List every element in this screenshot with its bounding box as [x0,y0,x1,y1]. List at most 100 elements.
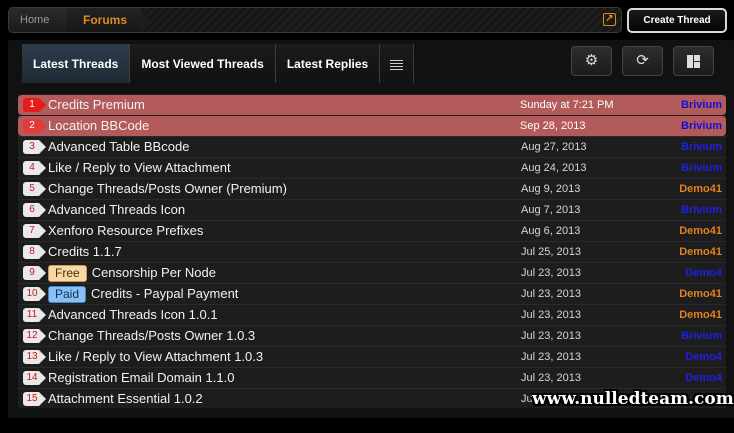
rank-badge: 5 [23,182,46,196]
thread-author-link[interactable]: Demo41 [679,242,722,263]
thread-title-wrap: Attachment Essential 1.0.2 [48,389,203,409]
thread-row[interactable]: 6 Advanced Threads Icon Aug 7, 2013 Brivium [18,199,726,220]
create-thread-button[interactable]: Create Thread [627,8,727,33]
tab-bar: Latest Threads Most Viewed Threads Lates… [22,44,415,83]
thread-row[interactable]: 7 Xenforo Resource Prefixes Aug 6, 2013 Dem… [18,220,726,241]
thread-date: Aug 27, 2013 [521,141,587,153]
thread-date: Aug 6, 2013 [521,225,581,237]
tab-latest-replies[interactable]: Latest Replies [275,44,381,83]
rank-badge: 13 [23,350,46,364]
thread-row[interactable]: 11 Advanced Threads Icon 1.0.1 Jul 23, 201… [18,304,726,325]
thread-title-wrap: Advanced Threads Icon [48,200,185,220]
thread-prefix[interactable]: Free [48,265,87,282]
thread-row[interactable]: 9 Free Censorship Per Node Jul 23, 2013 Demo… [18,262,726,283]
thread-title-link[interactable]: Like / Reply to View Attachment [48,160,231,175]
thread-title-link[interactable]: Advanced Threads Icon [48,202,185,217]
layout-button[interactable] [673,46,714,76]
watermark: www.nulledteam.com [532,389,734,409]
thread-author-link[interactable]: Brivium [681,95,722,116]
thread-date: Jul 23, 2013 [521,330,581,342]
thread-prefix[interactable]: Paid [48,286,87,303]
rank-badge: 14 [23,371,46,385]
tab-most-viewed-threads[interactable]: Most Viewed Threads [130,44,276,83]
thread-list: 1 Credits Premium Sunday at 7:21 PM Brivium… [18,94,726,408]
thread-author-link[interactable]: Brivium [681,116,722,137]
rank-badge: 1 [23,98,46,112]
thread-title-wrap: Registration Email Domain 1.1.0 [48,368,234,388]
thread-date: Jul 23, 2013 [521,351,581,363]
thread-title-link[interactable]: Registration Email Domain 1.1.0 [48,370,234,385]
thread-author-link[interactable]: Demo41 [679,179,722,200]
thread-date: Jul 23, 2013 [521,309,581,321]
thread-title-wrap: Change Threads/Posts Owner (Premium) [48,179,287,199]
thread-title-link[interactable]: Attachment Essential 1.0.2 [48,391,203,406]
thread-author-link[interactable]: Demo4 [685,263,722,284]
thread-author-link[interactable]: Demo4 [685,347,722,368]
thread-title-link[interactable]: Xenforo Resource Prefixes [48,223,203,238]
external-link-icon[interactable]: ↗ [603,13,616,26]
thread-row[interactable]: 14 Registration Email Domain 1.1.0 Jul 23,… [18,367,726,388]
thread-title-link[interactable]: Credits Premium [48,97,145,112]
thread-date: Ju [521,393,533,405]
rank-badge: 6 [23,203,46,217]
rank-badge: 15 [23,392,46,406]
thread-title-link[interactable]: Advanced Threads Icon 1.0.1 [48,307,218,322]
thread-row[interactable]: 3 Advanced Table BBcode Aug 27, 2013 Briviu… [18,136,726,157]
breadcrumb-home[interactable]: Home [9,8,75,32]
thread-title-link[interactable]: Location BBCode [48,118,149,133]
refresh-button[interactable]: ⟳ [622,46,663,76]
thread-date: Aug 9, 2013 [521,183,581,195]
thread-title-link[interactable]: Advanced Table BBcode [48,139,189,154]
rank-badge: 9 [23,266,46,280]
thread-row[interactable]: 8 Credits 1.1.7 Jul 25, 2013 Demo41 [18,241,726,262]
thread-author-link[interactable]: Brivium [681,326,722,347]
thread-title-link[interactable]: Like / Reply to View Attachment 1.0.3 [48,349,263,364]
tab-latest-threads[interactable]: Latest Threads [22,44,131,83]
thread-title-wrap: Advanced Threads Icon 1.0.1 [48,305,218,325]
thread-author-link[interactable]: Brivium [681,137,722,158]
thread-title-wrap: Credits Premium [48,95,145,115]
thread-author-link[interactable]: Demo41 [679,221,722,242]
thread-row[interactable]: 2 Location BBCode Sep 28, 2013 Brivium [18,115,726,136]
settings-button[interactable]: ⚙ [571,46,612,76]
thread-date: Sep 28, 2013 [520,120,586,132]
thread-title-link[interactable]: Change Threads/Posts Owner (Premium) [48,181,287,196]
thread-title-link[interactable]: Censorship Per Node [92,265,216,280]
breadcrumb-forums[interactable]: Forums [67,8,149,32]
thread-date: Aug 7, 2013 [521,204,581,216]
breadcrumb: Home Forums ↗ [8,7,622,33]
thread-title-wrap: Location BBCode [48,116,149,136]
thread-title-link[interactable]: Credits - Paypal Payment [91,286,238,301]
refresh-icon: ⟳ [636,52,649,69]
thread-date: Sunday at 7:21 PM [520,99,614,111]
thread-date: Jul 23, 2013 [521,267,581,279]
thread-title-wrap: Advanced Table BBcode [48,137,189,157]
rank-badge: 12 [23,329,46,343]
thread-row[interactable]: 10 Paid Credits - Paypal Payment Jul 23, 20… [18,283,726,304]
thread-author-link[interactable]: Brivium [681,158,722,179]
thread-title-link[interactable]: Credits 1.1.7 [48,244,122,259]
thread-title-link[interactable]: Change Threads/Posts Owner 1.0.3 [48,328,255,343]
thread-title-wrap: Free Censorship Per Node [48,263,216,283]
thread-row[interactable]: 12 Change Threads/Posts Owner 1.0.3 Jul 23… [18,325,726,346]
thread-row[interactable]: 13 Like / Reply to View Attachment 1.0.3 J… [18,346,726,367]
thread-title-wrap: Like / Reply to View Attachment [48,158,231,178]
thread-author-link[interactable]: Brivium [681,200,722,221]
rank-badge: 11 [23,308,46,322]
thread-author-link[interactable]: Demo4 [685,368,722,389]
thread-title-wrap: Change Threads/Posts Owner 1.0.3 [48,326,255,346]
gear-icon: ⚙ [584,52,599,69]
layout-icon [687,54,700,68]
hamburger-icon[interactable] [380,44,415,83]
rank-badge: 3 [23,140,46,154]
thread-row[interactable]: 4 Like / Reply to View Attachment Aug 24, … [18,157,726,178]
thread-row[interactable]: 5 Change Threads/Posts Owner (Premium) Aug… [18,178,726,199]
threads-panel: Latest Threads Most Viewed Threads Lates… [8,40,734,418]
thread-date: Jul 23, 2013 [521,372,581,384]
thread-author-link[interactable]: Demo41 [679,305,722,326]
rank-badge: 2 [23,119,46,133]
thread-author-link[interactable]: Demo41 [679,284,722,305]
thread-row[interactable]: 1 Credits Premium Sunday at 7:21 PM Brivium [18,94,726,115]
rank-badge: 8 [23,245,46,259]
thread-title-wrap: Paid Credits - Paypal Payment [48,284,238,304]
